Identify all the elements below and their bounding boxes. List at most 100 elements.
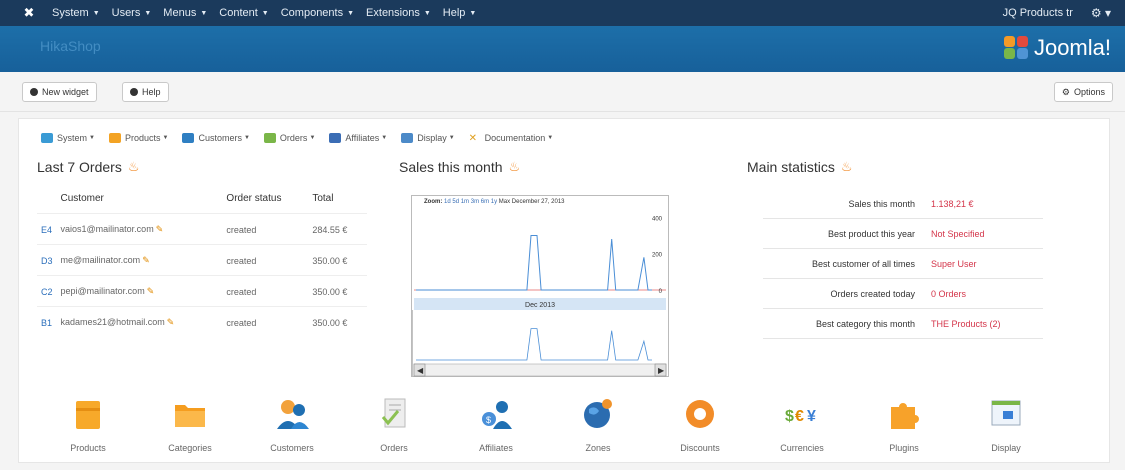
menu-users[interactable]: Users ▼ xyxy=(106,0,158,26)
edit-icon[interactable]: ✎ xyxy=(156,224,164,234)
y-tick-label: 400 xyxy=(652,216,663,222)
products-icon xyxy=(108,133,121,143)
new-widget-button[interactable]: New widget xyxy=(22,82,97,102)
shortcut-orders[interactable]: Orders xyxy=(343,389,445,461)
shortcut-customers[interactable]: Customers xyxy=(241,389,343,461)
col-total: Total xyxy=(312,193,334,204)
caret-down-icon: ▼ xyxy=(92,9,100,17)
shortcut-label: Display xyxy=(991,443,1021,453)
stat-label: Best category this month xyxy=(763,308,923,339)
sales-chart[interactable]: Zoom: 1d 5d 1m 3m 6m 1y Max December 27,… xyxy=(411,195,669,377)
menu-extensions-label: Extensions xyxy=(366,7,420,19)
help-icon xyxy=(130,88,138,96)
y-tick-label: 200 xyxy=(652,253,663,259)
hmenu-orders[interactable]: Orders ▼ xyxy=(263,133,316,143)
menu-components[interactable]: Components ▼ xyxy=(275,0,360,26)
shortcut-label: Plugins xyxy=(889,443,919,453)
order-id-link[interactable]: E4 xyxy=(37,213,57,245)
sales-title: Sales this month xyxy=(399,159,503,175)
arrow-left-icon: ◀ xyxy=(417,366,424,375)
menu-content[interactable]: Content ▼ xyxy=(213,0,274,26)
customer-email[interactable]: me@mailinator.com xyxy=(61,255,141,265)
zones-icon xyxy=(584,399,612,428)
system-icon xyxy=(41,133,53,143)
shortcut-label: Currencies xyxy=(780,443,824,453)
site-link[interactable]: JQ Products tr xyxy=(989,7,1087,19)
hmenu-affiliates[interactable]: Affiliates ▼ xyxy=(329,133,387,143)
hmenu-label: Orders xyxy=(279,133,308,143)
edit-icon[interactable]: ✎ xyxy=(142,255,150,265)
customers-icon xyxy=(277,400,309,429)
edit-icon[interactable]: ✎ xyxy=(147,286,155,296)
customer-email[interactable]: pepi@mailinator.com xyxy=(61,286,145,296)
arrow-right-icon: ▶ xyxy=(658,366,665,375)
shortcut-display[interactable]: Display xyxy=(955,389,1057,461)
table-row: Best category this month THE Products (2) xyxy=(763,308,1043,339)
hmenu-documentation[interactable]: ✕ Documentation ▼ xyxy=(468,133,554,144)
plugins-icon xyxy=(891,403,919,429)
menu-extensions[interactable]: Extensions ▼ xyxy=(360,0,437,26)
table-row[interactable]: D3 me@mailinator.com ✎ created 350.00 € xyxy=(37,244,367,276)
shortcut-affiliates[interactable]: $ Affiliates xyxy=(445,389,547,461)
order-id-link[interactable]: D3 xyxy=(37,244,57,276)
status-cell: created xyxy=(222,213,309,245)
chart-scrollbar[interactable] xyxy=(413,363,667,377)
menu-system[interactable]: System ▼ xyxy=(46,0,106,26)
page-title: HikaShop xyxy=(40,38,101,54)
hmenu-display[interactable]: Display ▼ xyxy=(401,133,455,143)
table-row[interactable]: E4 vaios1@mailinator.com ✎ created 284.55… xyxy=(37,213,367,245)
shortcut-zones[interactable]: Zones xyxy=(547,389,649,461)
shortcut-label: Zones xyxy=(585,443,611,453)
order-id-link[interactable]: C2 xyxy=(37,275,57,307)
help-button[interactable]: Help xyxy=(122,82,169,102)
hmenu-products[interactable]: Products ▼ xyxy=(108,133,168,143)
hmenu-label: Customers xyxy=(198,133,242,143)
status-cell: created xyxy=(222,275,309,307)
widget-title: Main statistics ♨ xyxy=(737,153,1097,175)
total-cell: 350.00 € xyxy=(308,244,367,276)
caret-down-icon: ▼ xyxy=(423,9,431,17)
stat-label: Sales this month xyxy=(763,189,923,219)
shortcut-products[interactable]: Products xyxy=(37,389,139,461)
caret-down-icon: ▼ xyxy=(469,9,477,17)
joomla-x-icon[interactable]: ✖ xyxy=(22,5,36,20)
rss-icon[interactable]: ♨ xyxy=(841,159,853,175)
stat-label: Orders created today xyxy=(763,278,923,309)
stat-label: Best product this year xyxy=(763,218,923,249)
customer-email[interactable]: vaios1@mailinator.com xyxy=(61,224,154,234)
menu-help[interactable]: Help ▼ xyxy=(437,0,483,26)
table-row[interactable]: B1 kadames21@hotmail.com ✎ created 350.00… xyxy=(37,306,367,337)
order-id-link[interactable]: B1 xyxy=(37,306,57,337)
caret-down-icon: ▼ xyxy=(347,9,355,17)
rss-icon[interactable]: ♨ xyxy=(128,159,140,175)
options-label: Options xyxy=(1073,87,1105,97)
caret-down-icon: ▼ xyxy=(243,135,250,141)
total-cell: 350.00 € xyxy=(308,306,367,337)
joomla-flower-icon xyxy=(1003,36,1030,60)
shortcut-categories[interactable]: Categories xyxy=(139,389,241,461)
dashboard-panel: System ▼ Products ▼ Customers ▼ Orders ▼ Aff… xyxy=(18,118,1110,463)
page-header: HikaShop Joomla! xyxy=(0,26,1125,72)
caret-down-icon: ▼ xyxy=(309,135,316,141)
table-row[interactable]: C2 pepi@mailinator.com ✎ created 350.00 € xyxy=(37,275,367,307)
caret-down-icon: ▼ xyxy=(547,135,554,141)
documentation-icon: ✕ xyxy=(468,133,478,144)
edit-icon[interactable]: ✎ xyxy=(167,317,175,327)
shortcut-discounts[interactable]: Discounts xyxy=(649,389,751,461)
hmenu-customers[interactable]: Customers ▼ xyxy=(182,133,250,143)
options-button[interactable]: ⚙ Options xyxy=(1053,82,1113,102)
customer-cell: pepi@mailinator.com ✎ xyxy=(56,275,223,307)
hmenu-label: Display xyxy=(417,133,447,143)
col-customer: Customer xyxy=(60,193,104,204)
gear-icon[interactable]: ⚙ ▾ xyxy=(1087,6,1125,20)
hmenu-system[interactable]: System ▼ xyxy=(41,133,95,143)
rss-icon[interactable]: ♨ xyxy=(509,159,521,175)
menu-menus[interactable]: Menus ▼ xyxy=(157,0,213,26)
customer-email[interactable]: kadames21@hotmail.com xyxy=(61,317,165,327)
shortcut-currencies[interactable]: $ € ¥ Currencies xyxy=(751,389,853,461)
shortcut-plugins[interactable]: Plugins xyxy=(853,389,955,461)
total-cell: 350.00 € xyxy=(308,275,367,307)
categories-icon xyxy=(175,405,205,427)
table-row: Best product this year Not Specified xyxy=(763,218,1043,249)
last-orders-title: Last 7 Orders xyxy=(37,159,122,175)
